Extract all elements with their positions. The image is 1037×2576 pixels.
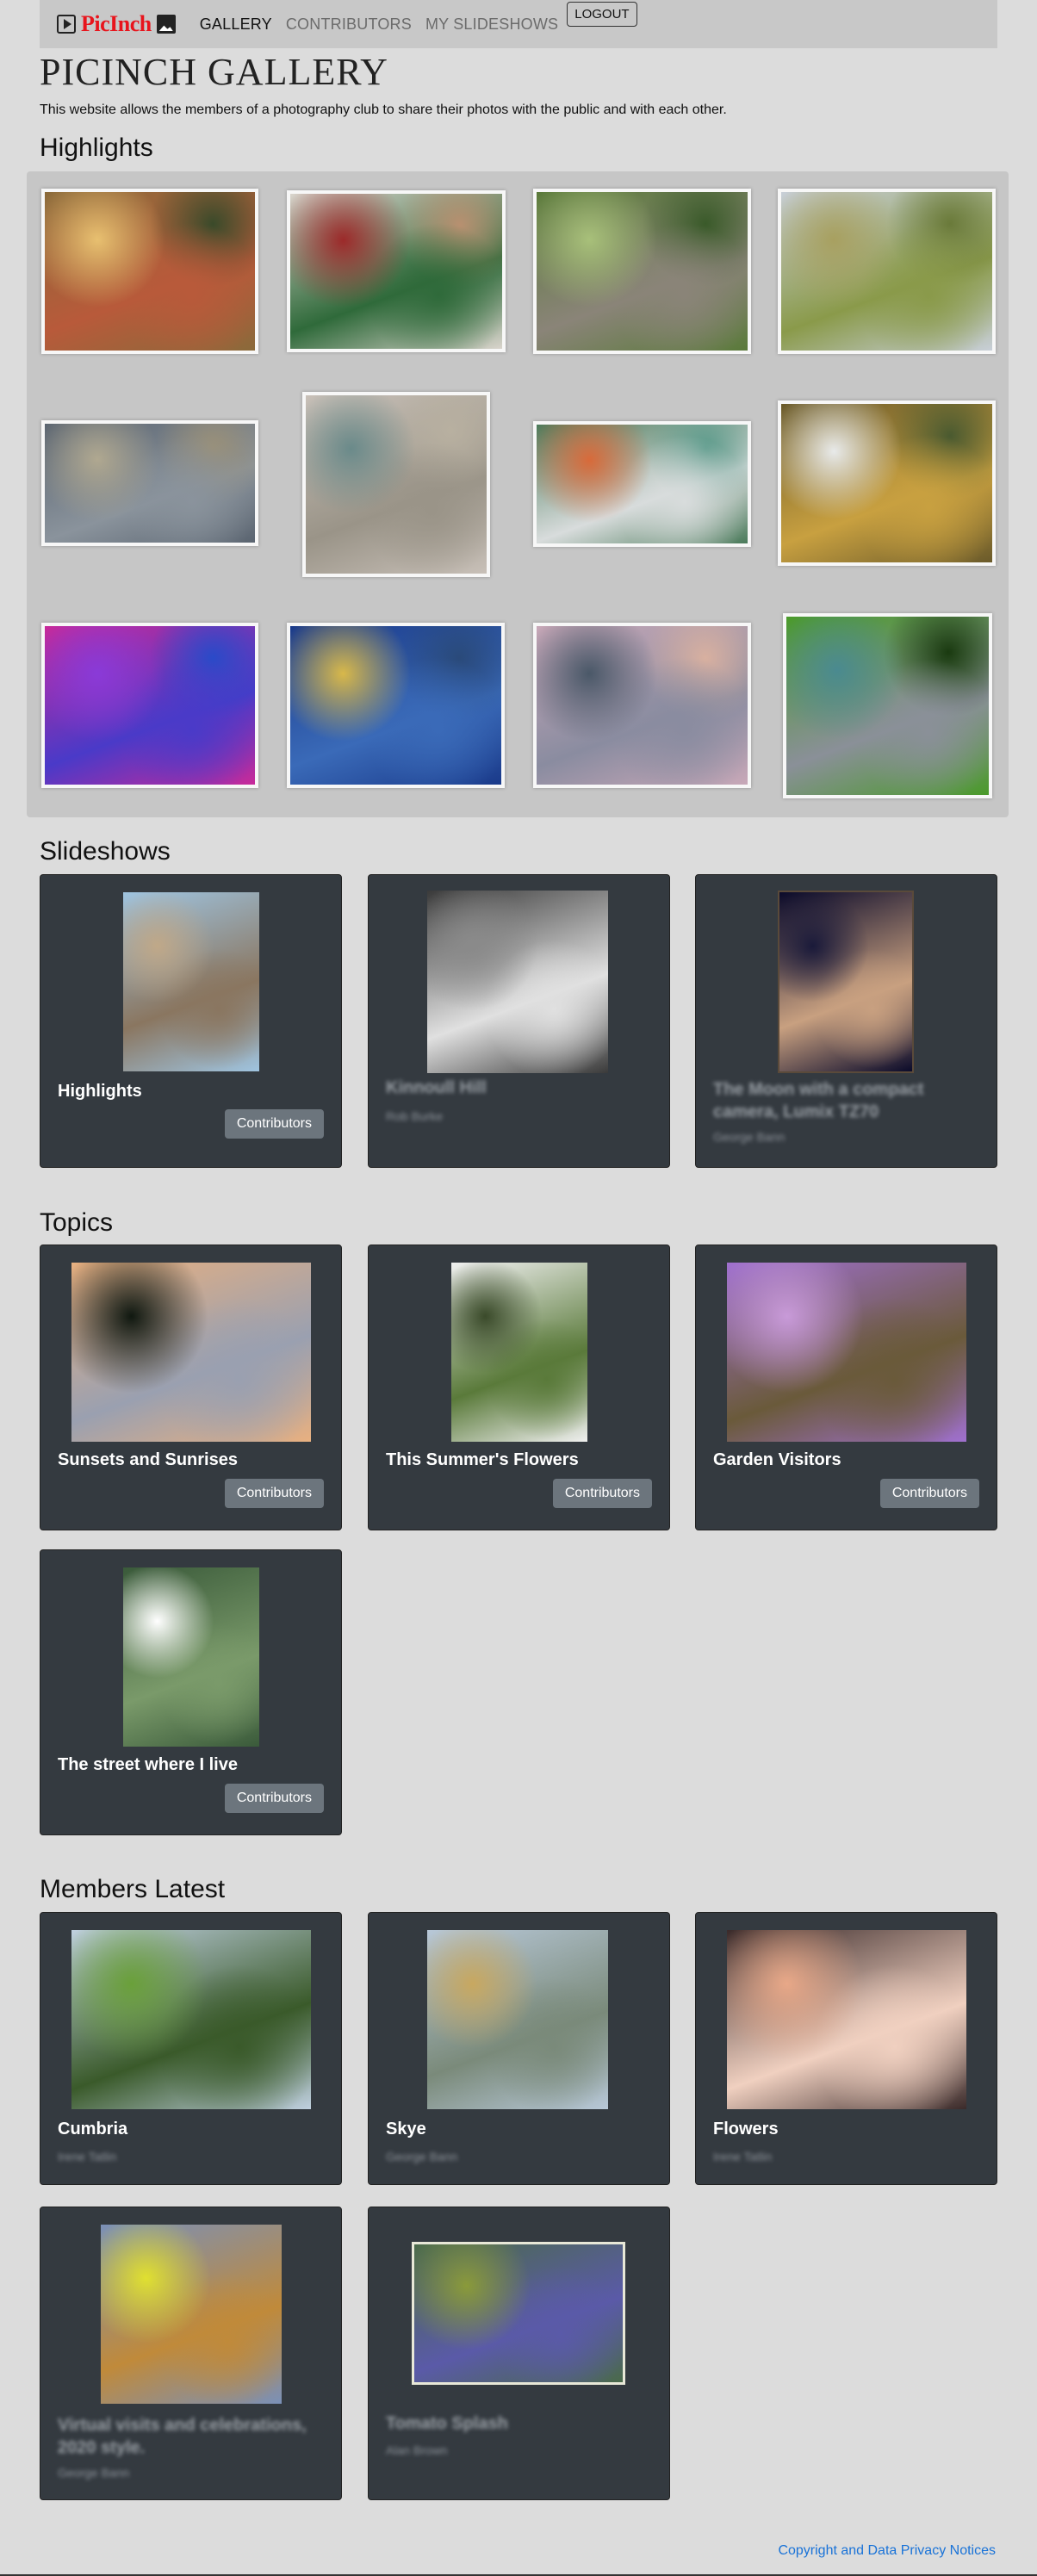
contributors-button[interactable]: Contributors xyxy=(224,1784,324,1813)
contributors-button[interactable]: Contributors xyxy=(552,1479,652,1508)
topic-title[interactable]: Garden Visitors xyxy=(713,1450,841,1470)
blue-lake-reflection-photo[interactable] xyxy=(287,623,505,788)
beach-storm-sky-photo[interactable] xyxy=(41,420,258,546)
steam-train-forest-photo[interactable] xyxy=(41,189,258,354)
green-valley-rainbow-photo[interactable] xyxy=(778,189,996,354)
topic-thumbnail[interactable] xyxy=(123,1567,259,1747)
member-latest-card[interactable]: Tomato Splash Alan Brown xyxy=(368,2207,670,2500)
member-latest-title[interactable]: Virtual visits and celebrations, 2020 st… xyxy=(58,2414,316,2459)
page-title: PICINCH GALLERY xyxy=(40,51,388,93)
slideshow-author: George Bann xyxy=(713,1130,786,1144)
slideshow-author: Rob Burke xyxy=(386,1109,444,1123)
member-latest-title[interactable]: Cumbria xyxy=(58,2120,127,2139)
pink-purple-bubbles-photo[interactable] xyxy=(41,623,258,788)
member-latest-card[interactable]: Cumbria Irene Tatlin xyxy=(40,1912,342,2185)
nav-my-slideshows[interactable]: MY SLIDESHOWS xyxy=(425,16,558,34)
green-leaf-grey-door-photo[interactable] xyxy=(783,613,992,798)
slideshow-thumbnail[interactable] xyxy=(123,892,259,1071)
member-latest-author: Alan Brown xyxy=(386,2443,448,2457)
contributors-button[interactable]: Contributors xyxy=(224,1109,324,1139)
member-latest-author: Irene Tatlin xyxy=(58,2150,117,2163)
play-icon xyxy=(57,15,76,34)
slideshow-thumbnail[interactable] xyxy=(427,891,608,1073)
member-latest-thumbnail[interactable] xyxy=(412,2242,625,2385)
topic-title[interactable]: Sunsets and Sunrises xyxy=(58,1450,238,1470)
slideshow-title[interactable]: The Moon with a compact camera, Lumix TZ… xyxy=(713,1078,972,1123)
logout-button[interactable]: LOGOUT xyxy=(567,1,637,27)
brand-logo[interactable]: PicInch xyxy=(57,11,176,37)
topic-title[interactable]: The street where I live xyxy=(58,1755,238,1775)
highlights-panel xyxy=(27,171,1009,817)
topic-thumbnail[interactable] xyxy=(71,1263,311,1442)
waterfall-autumn-photo[interactable] xyxy=(778,400,996,566)
members-latest-heading: Members Latest xyxy=(40,1875,226,1903)
member-latest-title[interactable]: Skye xyxy=(386,2120,426,2139)
topic-thumbnail[interactable] xyxy=(727,1263,966,1442)
member-latest-thumbnail[interactable] xyxy=(101,2225,282,2404)
slideshow-title[interactable]: Highlights xyxy=(58,1082,142,1102)
slideshow-card[interactable]: Kinnoull Hill Rob Burke xyxy=(368,874,670,1168)
slideshow-card[interactable]: Highlights Contributors xyxy=(40,874,342,1168)
member-latest-card[interactable]: Skye George Bann xyxy=(368,1912,670,2185)
topic-title[interactable]: This Summer's Flowers xyxy=(386,1450,579,1470)
slideshows-heading: Slideshows xyxy=(40,837,171,866)
concrete-dome-columns-photo[interactable] xyxy=(302,392,490,577)
member-latest-thumbnail[interactable] xyxy=(727,1930,966,2109)
topics-heading: Topics xyxy=(40,1208,114,1237)
member-latest-card[interactable]: Flowers Irene Tatlin xyxy=(695,1912,997,2185)
topic-card[interactable]: This Summer's Flowers Contributors xyxy=(368,1245,670,1530)
member-latest-author: George Bann xyxy=(58,2466,130,2480)
dusk-river-bridge-photo[interactable] xyxy=(533,623,751,788)
slideshow-thumbnail[interactable] xyxy=(778,891,914,1073)
nav-contributors[interactable]: CONTRIBUTORS xyxy=(286,16,412,34)
member-latest-title[interactable]: Tomato Splash xyxy=(386,2414,508,2434)
member-latest-card[interactable]: Virtual visits and celebrations, 2020 st… xyxy=(40,2207,342,2500)
brand-name: PicInch xyxy=(81,11,152,36)
top-navbar: PicInch GALLERY CONTRIBUTORS MY SLIDESHO… xyxy=(40,0,997,48)
intro-text: This website allows the members of a pho… xyxy=(40,102,727,117)
slideshow-card[interactable]: The Moon with a compact camera, Lumix TZ… xyxy=(695,874,997,1168)
member-latest-thumbnail[interactable] xyxy=(427,1930,608,2109)
topic-thumbnail[interactable] xyxy=(451,1263,587,1442)
member-latest-author: George Bann xyxy=(386,2150,458,2163)
member-latest-title[interactable]: Flowers xyxy=(713,2120,779,2139)
topic-card[interactable]: Sunsets and Sunrises Contributors xyxy=(40,1245,342,1530)
member-latest-author: Irene Tatlin xyxy=(713,2150,773,2163)
member-latest-thumbnail[interactable] xyxy=(71,1930,311,2109)
image-icon xyxy=(156,15,176,34)
topic-card[interactable]: The street where I live Contributors xyxy=(40,1549,342,1835)
highlights-heading: Highlights xyxy=(40,133,153,162)
privacy-notice-link[interactable]: Copyright and Data Privacy Notices xyxy=(778,2543,996,2559)
slideshow-title[interactable]: Kinnoull Hill xyxy=(386,1078,487,1098)
pool-floats-photo[interactable] xyxy=(533,421,751,547)
contributors-button[interactable]: Contributors xyxy=(224,1479,324,1508)
stone-viaduct-photo[interactable] xyxy=(533,189,751,354)
nav-gallery[interactable]: GALLERY xyxy=(200,16,272,34)
green-steam-locomotive-photo[interactable] xyxy=(287,190,506,352)
topic-card[interactable]: Garden Visitors Contributors xyxy=(695,1245,997,1530)
contributors-button[interactable]: Contributors xyxy=(879,1479,979,1508)
